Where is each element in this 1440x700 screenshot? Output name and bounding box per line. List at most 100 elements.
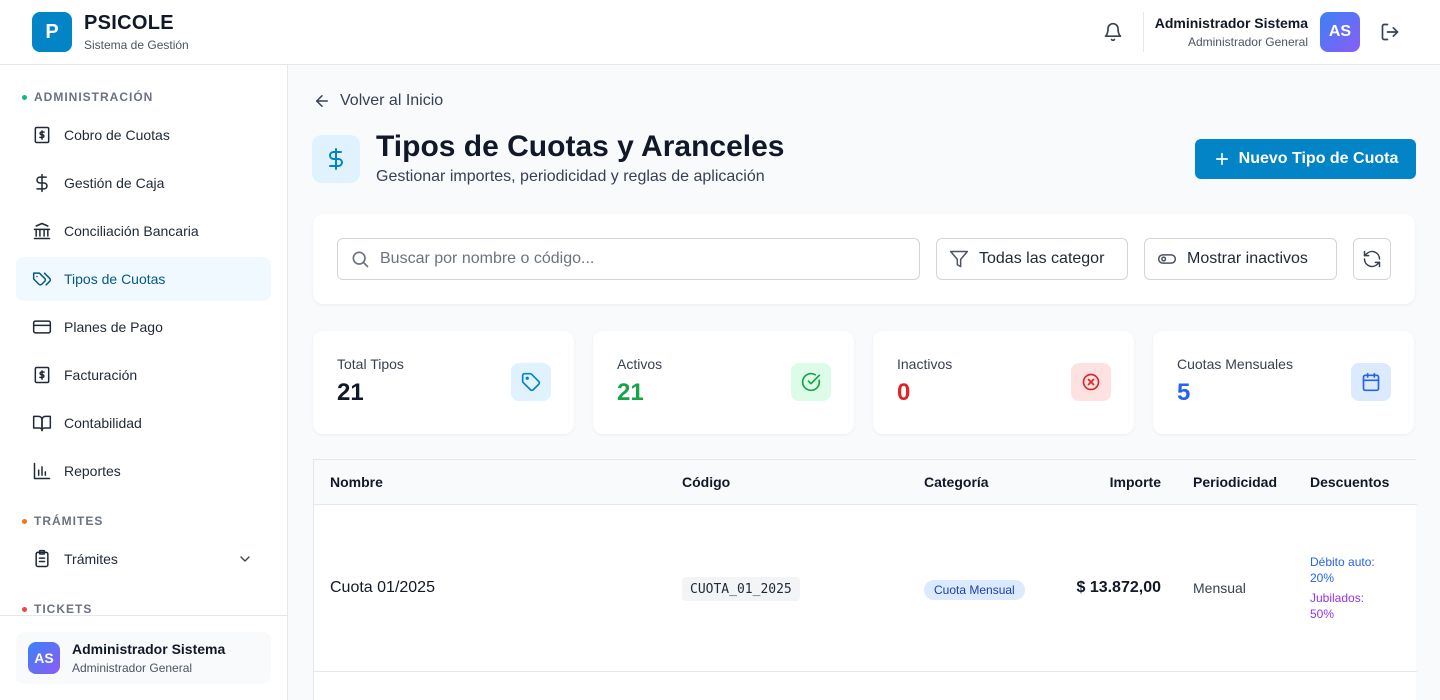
avatar: AS xyxy=(28,642,60,674)
sidebar-section-administracion: ADMINISTRACIÓN xyxy=(22,90,153,104)
check-circle-icon xyxy=(791,363,831,401)
cell-codigo: CUOTA_01_2025 xyxy=(682,577,800,601)
stat-label: Activos xyxy=(617,356,663,372)
column-header-periodicidad[interactable]: Periodicidad xyxy=(1193,474,1277,490)
search-box[interactable] xyxy=(337,238,920,280)
stat-value: 5 xyxy=(1177,379,1191,406)
notifications-bell-icon[interactable] xyxy=(1101,20,1125,44)
category-badge: Cuota Mensual xyxy=(924,580,1025,600)
sidebar-item-label: Contabilidad xyxy=(64,415,142,431)
sidebar-item-planes-de-pago[interactable]: Planes de Pago xyxy=(16,305,271,349)
toggle-icon xyxy=(1157,249,1177,269)
stat-label: Inactivos xyxy=(897,356,953,372)
sidebar-item-label: Trámites xyxy=(64,551,118,567)
section-title-label: TRÁMITES xyxy=(34,514,104,528)
show-inactive-label: Mostrar inactivos xyxy=(1187,250,1308,267)
new-fee-type-label: Nuevo Tipo de Cuota xyxy=(1238,150,1399,167)
stat-card-cuotas-mensuales: Cuotas Mensuales 5 xyxy=(1153,331,1414,434)
cell-nombre: Cuota 01/2025 xyxy=(330,579,435,596)
discount-label: Débito auto: xyxy=(1310,555,1375,569)
bank-icon xyxy=(32,221,52,241)
table-header: Nombre Código Categoría Importe Periodic… xyxy=(314,460,1417,505)
search-input[interactable] xyxy=(380,250,900,268)
sidebar: ADMINISTRACIÓN Cobro de Cuotas Gestión d… xyxy=(0,65,288,700)
stat-card-inactivos: Inactivos 0 xyxy=(873,331,1134,434)
category-select[interactable]: Todas las categor xyxy=(936,238,1128,280)
discount-jubilados: Jubilados: 50% xyxy=(1310,590,1364,622)
sidebar-item-gestion-de-caja[interactable]: Gestión de Caja xyxy=(16,161,271,205)
sidebar-item-label: Cobro de Cuotas xyxy=(64,127,170,143)
discount-value: 50% xyxy=(1310,607,1335,621)
back-link-label: Volver al Inicio xyxy=(340,92,444,109)
receipt-dollar-icon xyxy=(32,125,52,145)
section-dot xyxy=(22,606,27,612)
back-to-home-link[interactable]: Volver al Inicio xyxy=(312,90,443,112)
tags-icon xyxy=(32,269,52,289)
stat-card-total: Total Tipos 21 xyxy=(313,331,574,434)
app-logo[interactable]: P xyxy=(32,12,72,52)
stat-label: Cuotas Mensuales xyxy=(1177,356,1293,372)
sidebar-item-label: Facturación xyxy=(64,367,138,383)
sidebar-item-conciliacion-bancaria[interactable]: Conciliación Bancaria xyxy=(16,209,271,253)
sidebar-item-label: Tipos de Cuotas xyxy=(64,271,166,287)
tag-icon xyxy=(511,363,551,401)
column-header-categoria[interactable]: Categoría xyxy=(924,474,989,490)
chevron-down-icon[interactable] xyxy=(235,549,255,569)
column-header-importe[interactable]: Importe xyxy=(1110,474,1161,490)
sidebar-item-tramites[interactable]: Trámites xyxy=(16,537,271,581)
sidebar-user-role: Administrador General xyxy=(72,661,193,675)
discount-debito-auto: Débito auto: 20% xyxy=(1310,554,1375,586)
dollar-icon xyxy=(312,135,360,183)
filters-card: Todas las categor Mostrar inactivos xyxy=(313,214,1415,304)
column-header-codigo[interactable]: Código xyxy=(682,474,730,490)
header-divider xyxy=(1143,12,1144,52)
sidebar-item-contabilidad[interactable]: Contabilidad xyxy=(16,401,271,445)
top-header: P PSICOLE Sistema de Gestión Administrad… xyxy=(0,0,1440,65)
section-dot xyxy=(22,94,27,100)
stat-card-activos: Activos 21 xyxy=(593,331,854,434)
column-header-descuentos[interactable]: Descuentos xyxy=(1310,474,1389,490)
cell-periodicidad: Mensual xyxy=(1193,580,1246,596)
sidebar-item-label: Reportes xyxy=(64,463,121,479)
page-subtitle: Gestionar importes, periodicidad y regla… xyxy=(376,168,765,185)
page-title: Tipos de Cuotas y Aranceles xyxy=(376,130,785,163)
sidebar-item-label: Planes de Pago xyxy=(64,319,163,335)
sidebar-section-tramites: TRÁMITES xyxy=(22,514,103,528)
search-icon xyxy=(350,249,370,269)
fee-types-table: Nombre Código Categoría Importe Periodic… xyxy=(313,459,1417,700)
sidebar-section-tickets: TICKETS xyxy=(22,602,92,616)
table-row[interactable]: Cuota 01/2025 CUOTA_01_2025 Cuota Mensua… xyxy=(314,505,1417,672)
logout-icon[interactable] xyxy=(1378,20,1402,44)
refresh-button[interactable] xyxy=(1353,238,1391,280)
stat-value: 0 xyxy=(897,379,911,406)
refresh-icon xyxy=(1362,249,1382,269)
header-user-role: Administrador General xyxy=(1187,35,1308,49)
plus-icon xyxy=(1213,150,1231,168)
cell-importe: $ 13.872,00 xyxy=(1076,579,1161,596)
credit-card-icon xyxy=(32,317,52,337)
sidebar-item-cobro-de-cuotas[interactable]: Cobro de Cuotas xyxy=(16,113,271,157)
sidebar-item-reportes[interactable]: Reportes xyxy=(16,449,271,493)
section-title-label: TICKETS xyxy=(34,602,93,616)
discount-label: Jubilados: xyxy=(1310,591,1365,605)
sidebar-item-label: Gestión de Caja xyxy=(64,175,165,191)
category-select-value: Todas las categor xyxy=(979,250,1105,267)
sidebar-item-facturacion[interactable]: Facturación xyxy=(16,353,271,397)
clipboard-list-icon xyxy=(32,549,52,569)
new-fee-type-button[interactable]: Nuevo Tipo de Cuota xyxy=(1195,139,1416,179)
receipt-dollar-icon xyxy=(32,365,52,385)
discount-value: 20% xyxy=(1310,571,1335,585)
sidebar-item-tipos-de-cuotas[interactable]: Tipos de Cuotas xyxy=(16,257,271,301)
header-avatar[interactable]: AS xyxy=(1320,12,1360,52)
dollar-icon xyxy=(32,173,52,193)
app-subtitle: Sistema de Gestión xyxy=(84,38,189,52)
sidebar-user-name: Administrador Sistema xyxy=(72,641,226,657)
sidebar-footer: AS Administrador Sistema Administrador G… xyxy=(0,615,287,700)
stat-label: Total Tipos xyxy=(337,356,404,372)
column-header-nombre[interactable]: Nombre xyxy=(330,474,383,490)
x-circle-icon xyxy=(1071,363,1111,401)
sidebar-item-label: Conciliación Bancaria xyxy=(64,223,199,239)
show-inactive-toggle[interactable]: Mostrar inactivos xyxy=(1144,238,1337,280)
stat-value: 21 xyxy=(337,379,364,406)
sidebar-user-card[interactable]: AS Administrador Sistema Administrador G… xyxy=(16,632,271,684)
